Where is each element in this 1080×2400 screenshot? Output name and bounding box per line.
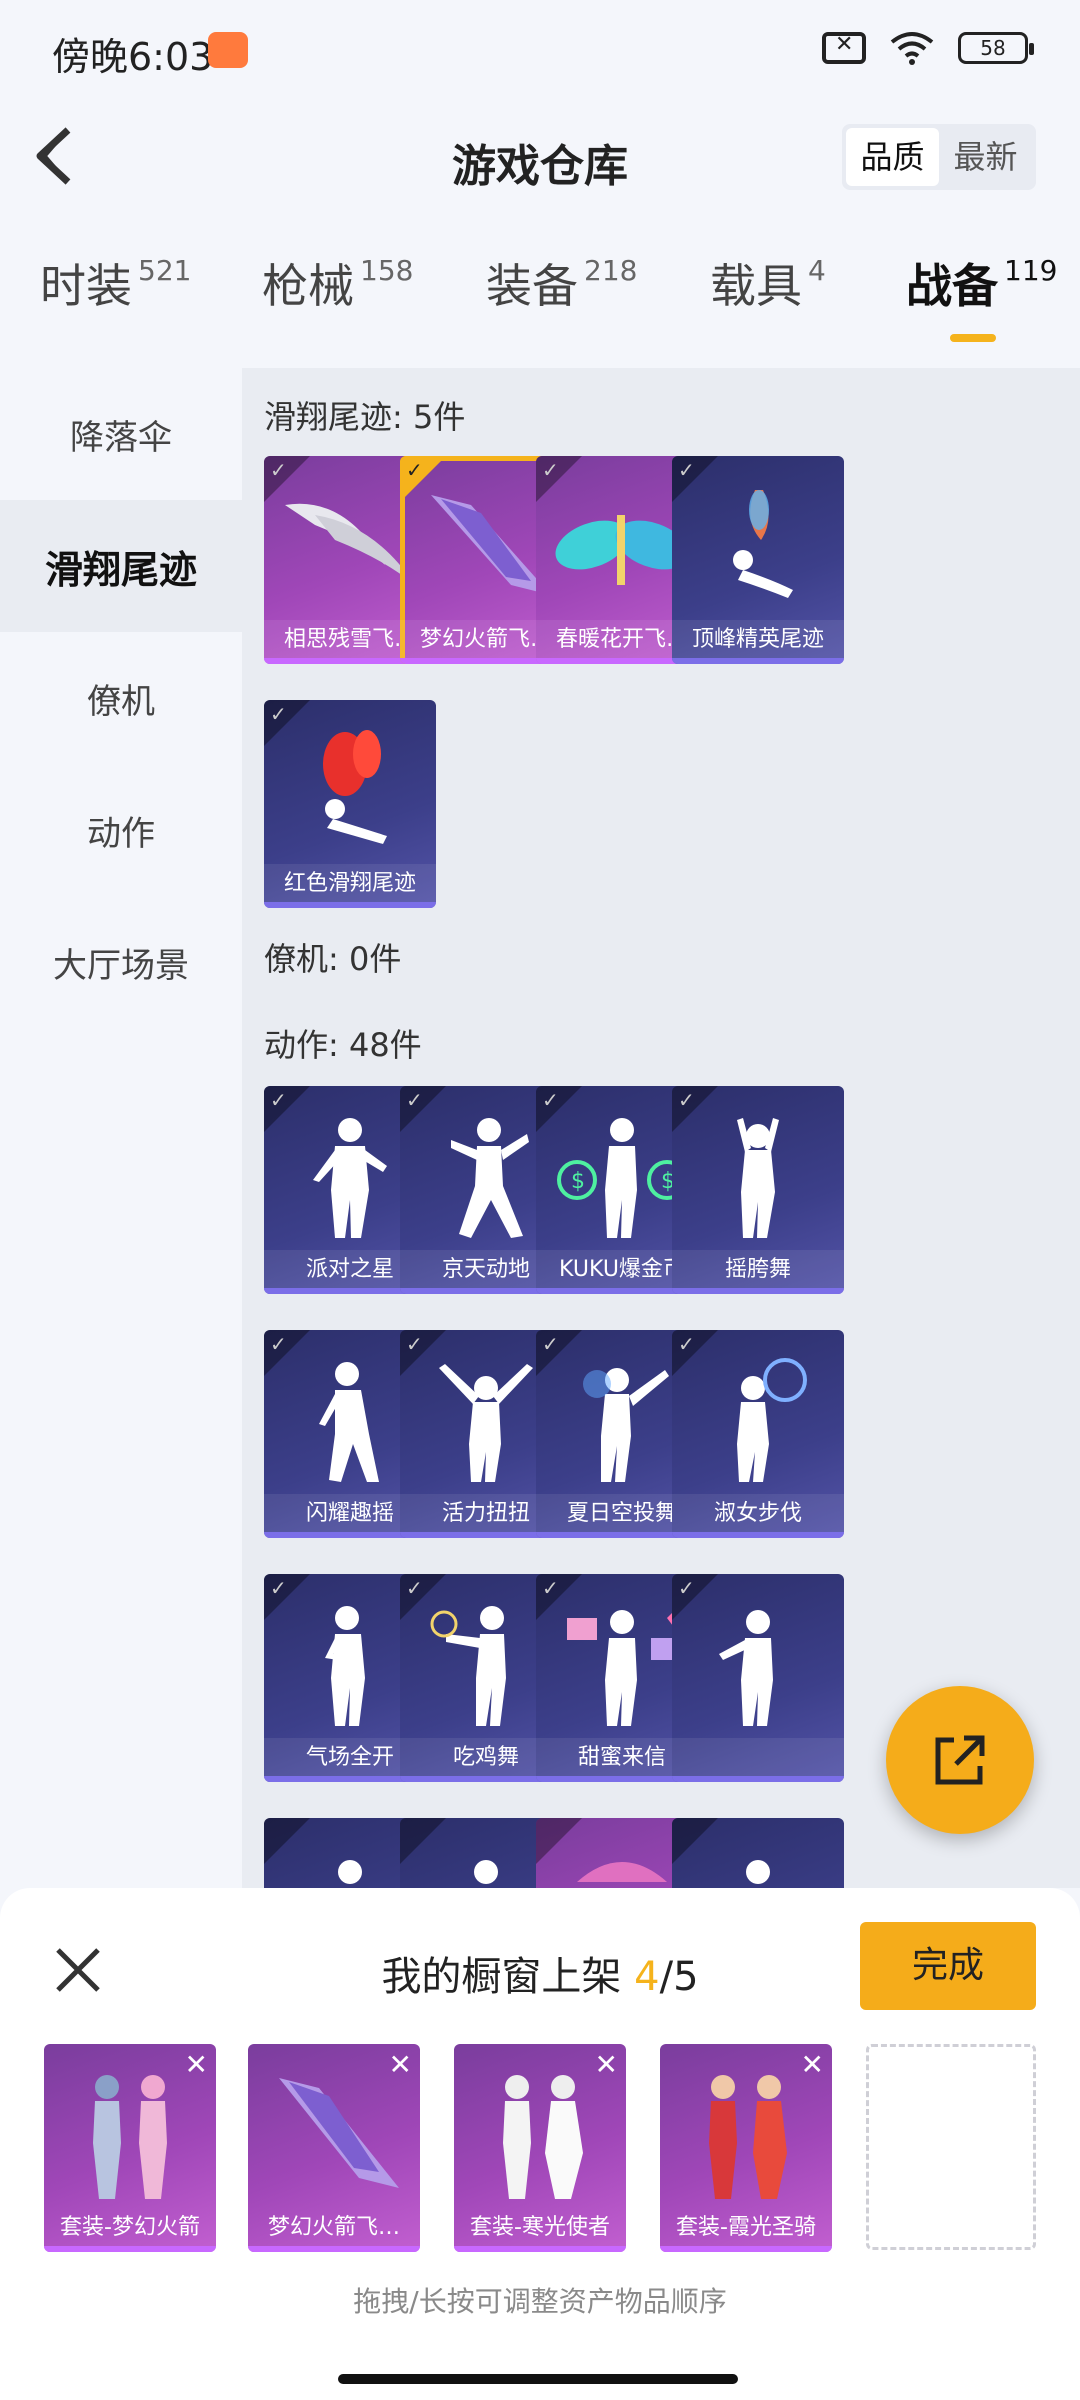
tab-count: 218 <box>584 254 638 287</box>
status-time: 傍晚6:03 <box>52 35 214 79</box>
tab-label: 时装 <box>40 259 132 313</box>
status-bar: 傍晚6:03 58 <box>0 0 1080 100</box>
showcase-item-label: 套装-梦幻火箭 <box>44 2208 216 2252</box>
tab-count: 4 <box>808 254 826 287</box>
showcase-item[interactable]: ✕ 套装-霞光圣骑 <box>660 2044 832 2252</box>
dancer-figure-art <box>746 1860 770 1884</box>
tab-label: 战备 <box>906 259 998 313</box>
dancer-figure-art <box>737 1118 779 1238</box>
tab-vehicles[interactable]: 载具 4 <box>710 250 826 316</box>
costume-figures-art <box>709 2075 787 2199</box>
dancer-figure-art <box>439 1364 533 1482</box>
battery-icon: 58 <box>958 32 1034 64</box>
tab-equipment[interactable]: 装备 218 <box>486 250 637 316</box>
external-link-icon <box>935 1735 985 1785</box>
sort-toggle: 品质 最新 <box>842 124 1036 190</box>
showcase-item-label: 套装-寒光使者 <box>454 2208 626 2252</box>
item-card[interactable]: ✓ <box>672 1574 844 1782</box>
no-sim-icon <box>822 32 866 64</box>
tab-weapons[interactable]: 枪械 158 <box>262 250 413 316</box>
header: 游戏仓库 品质 最新 <box>0 100 1080 212</box>
sidebar-item-parachute[interactable]: 降落伞 <box>0 368 242 500</box>
tab-label: 装备 <box>486 259 578 313</box>
tab-count: 119 <box>1004 254 1058 287</box>
wifi-icon <box>890 32 934 65</box>
sidebar-item-wingman[interactable]: 僚机 <box>0 632 242 764</box>
dancer-figure-art <box>319 1362 379 1482</box>
showcase-item[interactable]: ✕ 梦幻火箭飞… <box>248 2044 420 2252</box>
tab-count: 521 <box>138 254 192 287</box>
item-card[interactable] <box>672 1818 844 1888</box>
umbrella-art <box>577 1862 667 1882</box>
showcase-title-text: 我的橱窗上架 <box>381 1954 635 2000</box>
done-button[interactable]: 完成 <box>860 1922 1036 2010</box>
sidebar-item-lobby-scene[interactable]: 大厅场景 <box>0 896 242 1028</box>
item-label: 摇胯舞 <box>672 1250 844 1294</box>
reorder-hint: 拖拽/长按可调整资产物品顺序 <box>353 2285 727 2318</box>
tab-count: 158 <box>360 254 414 287</box>
sidebar-item-action[interactable]: 动作 <box>0 764 242 896</box>
showcase-sheet: 我的橱窗上架 4/5 完成 ✕ 套装-梦幻火箭 ✕ 梦幻火箭飞… ✕ 套装-寒光… <box>0 1888 1080 2400</box>
sort-newest-button[interactable]: 最新 <box>939 128 1032 186</box>
section-title-wingman: 僚机: 0件 <box>264 940 402 978</box>
rocket-trail-art <box>279 2078 399 2188</box>
tab-label: 载具 <box>710 259 802 313</box>
category-tabs: 时装 521 枪械 158 装备 218 载具 4 战备 119 <box>0 250 1080 350</box>
red-trail-art <box>323 730 387 844</box>
section-title-action: 动作: 48件 <box>264 1026 422 1064</box>
showcase-item-label: 套装-霞光圣骑 <box>660 2208 832 2252</box>
showcase-total: /5 <box>659 1954 699 2000</box>
dancer-figure-art <box>338 1860 362 1884</box>
item-label: 淑女步伐 <box>672 1494 844 1538</box>
tab-indicator <box>950 334 996 342</box>
item-label: 红色滑翔尾迹 <box>264 864 436 908</box>
showcase-count: 4 <box>634 1954 660 2000</box>
dancer-figure-art <box>451 1118 529 1238</box>
tab-label: 枪械 <box>262 259 354 313</box>
showcase-item-label: 梦幻火箭飞… <box>248 2208 420 2252</box>
dancer-figure-art <box>430 1606 506 1726</box>
sort-quality-button[interactable]: 品质 <box>846 128 939 186</box>
item-card[interactable]: ✓ 淑女步伐 <box>672 1330 844 1538</box>
share-button[interactable] <box>886 1686 1034 1834</box>
item-card[interactable]: ✓ 红色滑翔尾迹 <box>264 700 436 908</box>
showcase-item[interactable]: ✕ 套装-寒光使者 <box>454 2044 626 2252</box>
dancer-figure-art <box>325 1606 365 1726</box>
dancer-figure-art <box>313 1118 387 1238</box>
item-card[interactable]: ✓ 摇胯舞 <box>672 1086 844 1294</box>
costume-figures-art <box>93 2075 167 2199</box>
dancer-figure-art <box>737 1358 807 1482</box>
elite-trail-art <box>733 490 793 598</box>
empty-showcase-slot[interactable] <box>866 2044 1036 2250</box>
sidebar: 降落伞 滑翔尾迹 僚机 动作 大厅场景 <box>0 368 242 1888</box>
tab-fashion[interactable]: 时装 521 <box>40 250 191 316</box>
item-label <box>672 1738 844 1782</box>
showcase-item[interactable]: ✕ 套装-梦幻火箭 <box>44 2044 216 2252</box>
dancer-figure-art <box>474 1860 498 1884</box>
item-grid-area[interactable]: 滑翔尾迹: 5件 ✓ 相思残雪飞… ✓ 梦幻火箭飞… ✓ 春暖花开飞… ✓ 顶峰… <box>242 368 1080 1888</box>
dancer-figure-art <box>719 1610 773 1726</box>
item-label: 顶峰精英尾迹 <box>672 620 844 664</box>
app-notification-icon <box>208 32 248 68</box>
item-card[interactable]: ✓ 顶峰精英尾迹 <box>672 456 844 664</box>
svg-text:$: $ <box>571 1169 585 1194</box>
section-title-glide-trail: 滑翔尾迹: 5件 <box>264 398 466 436</box>
dancer-figure-art <box>583 1368 669 1482</box>
costume-figures-art <box>503 2075 583 2199</box>
sidebar-item-glide-trail[interactable]: 滑翔尾迹 <box>0 500 242 632</box>
tab-war-gear[interactable]: 战备 119 <box>906 250 1057 316</box>
home-indicator[interactable] <box>338 2374 738 2384</box>
